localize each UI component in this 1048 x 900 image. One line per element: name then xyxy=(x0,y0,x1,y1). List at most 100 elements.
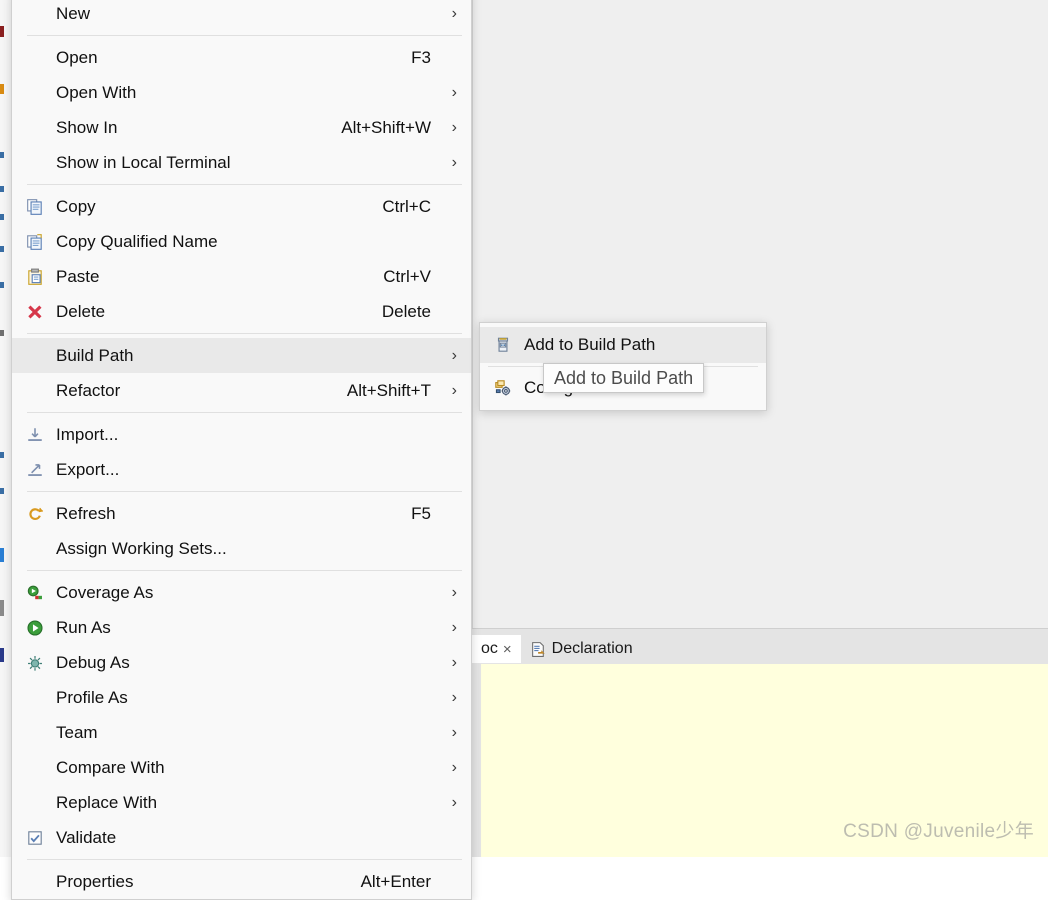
copy-qualified-name-icon xyxy=(21,232,49,252)
icon-placeholder xyxy=(21,688,49,708)
menu-item-properties[interactable]: Properties Alt+Enter › xyxy=(12,864,471,899)
coverage-icon xyxy=(21,583,49,603)
menu-item-import[interactable]: Import... › xyxy=(12,417,471,452)
icon-placeholder xyxy=(21,758,49,778)
menu-item-label: Open xyxy=(56,47,98,67)
close-icon[interactable]: × xyxy=(503,642,512,657)
menu-item-label: Validate xyxy=(56,827,117,847)
menu-item-debug-as[interactable]: Debug As › xyxy=(12,645,471,680)
arrow-placeholder: › xyxy=(441,461,457,479)
javadoc-content-panel: CSDN @Juvenile少年 xyxy=(481,663,1048,857)
menu-item-refactor[interactable]: Refactor Alt+Shift+T › xyxy=(12,373,471,408)
chevron-right-icon: › xyxy=(451,83,457,101)
menu-item-profile-as[interactable]: Profile As › xyxy=(12,680,471,715)
menu-item-label: Properties xyxy=(56,871,134,891)
menu-item-replace-with[interactable]: Replace With › xyxy=(12,785,471,820)
tree-node-fragment xyxy=(0,548,4,562)
menu-item-shortcut: Delete xyxy=(381,301,431,321)
menu-separator xyxy=(27,184,462,185)
icon-placeholder xyxy=(21,723,49,743)
context-menu[interactable]: New › Open F3 › Open With › Show In Alt+Shift+W ›… xyxy=(11,0,472,900)
menu-item-label: Coverage As xyxy=(56,582,154,602)
tab-declaration[interactable]: Declaration xyxy=(520,635,642,663)
configure-build-path-icon xyxy=(489,378,517,398)
export-icon xyxy=(21,460,49,480)
chevron-right-icon: › xyxy=(451,618,457,636)
tree-node-fragment xyxy=(0,26,4,37)
menu-item-label: Import... xyxy=(56,424,119,444)
menu-item-label: Debug As xyxy=(56,652,130,672)
chevron-right-icon: › xyxy=(451,758,457,776)
menu-item-label: Refresh xyxy=(56,503,116,523)
menu-separator xyxy=(27,491,462,492)
menu-separator xyxy=(27,859,462,860)
menu-item-open[interactable]: Open F3 › xyxy=(12,40,471,75)
declaration-icon xyxy=(530,641,547,658)
menu-item-label: Build Path xyxy=(56,345,134,365)
chevron-right-icon: › xyxy=(451,346,457,364)
menu-item-shortcut: Alt+Shift+W xyxy=(341,117,431,137)
menu-item-shortcut: F3 xyxy=(411,47,431,67)
menu-item-label: Copy xyxy=(56,196,96,216)
menu-item-validate[interactable]: Validate › xyxy=(12,820,471,855)
menu-item-build-path[interactable]: Build Path › xyxy=(12,338,471,373)
menu-item-paste[interactable]: Paste Ctrl+V › xyxy=(12,259,471,294)
menu-item-label: Run As xyxy=(56,617,111,637)
menu-item-label: Team xyxy=(56,722,98,742)
menu-separator xyxy=(27,412,462,413)
menu-item-label: Delete xyxy=(56,301,106,321)
icon-placeholder xyxy=(21,381,49,401)
arrow-placeholder: › xyxy=(441,49,457,67)
tree-node-fragment xyxy=(0,186,4,192)
menu-item-refresh[interactable]: Refresh F5 › xyxy=(12,496,471,531)
chevron-right-icon: › xyxy=(451,4,457,22)
icon-placeholder xyxy=(21,118,49,138)
menu-item-shortcut: Alt+Enter xyxy=(360,871,431,891)
submenu-item-label: Add to Build Path xyxy=(524,335,656,354)
menu-item-copy[interactable]: Copy Ctrl+C › xyxy=(12,189,471,224)
menu-item-show-in-local-terminal[interactable]: Show in Local Terminal › xyxy=(12,145,471,180)
chevron-right-icon: › xyxy=(451,688,457,706)
tree-node-fragment xyxy=(0,282,4,288)
tooltip: Add to Build Path xyxy=(543,363,705,393)
icon-placeholder xyxy=(21,872,49,892)
tree-node-fragment xyxy=(0,648,4,662)
chevron-right-icon: › xyxy=(451,653,457,671)
chevron-right-icon: › xyxy=(451,153,457,171)
arrow-placeholder: › xyxy=(441,873,457,891)
submenu-item-add-to-build-path[interactable]: Add to Build Path xyxy=(480,327,766,363)
menu-item-new[interactable]: New › xyxy=(12,0,471,31)
menu-item-label: Open With xyxy=(56,82,137,102)
menu-item-delete[interactable]: Delete Delete › xyxy=(12,294,471,329)
arrow-placeholder: › xyxy=(441,426,457,444)
menu-item-assign-working-sets[interactable]: Assign Working Sets... › xyxy=(12,531,471,566)
tab-javadoc-label: oc xyxy=(481,640,498,657)
import-icon xyxy=(21,425,49,445)
copy-icon xyxy=(21,197,49,217)
menu-item-compare-with[interactable]: Compare With › xyxy=(12,750,471,785)
menu-item-copy-qualified-name[interactable]: Copy Qualified Name › xyxy=(12,224,471,259)
menu-item-open-with[interactable]: Open With › xyxy=(12,75,471,110)
menu-item-shortcut: Ctrl+C xyxy=(382,196,431,216)
menu-separator xyxy=(27,35,462,36)
menu-item-label: New xyxy=(56,3,91,23)
tab-javadoc[interactable]: oc × xyxy=(472,635,521,663)
icon-placeholder xyxy=(21,4,49,24)
menu-item-export[interactable]: Export... › xyxy=(12,452,471,487)
menu-item-coverage-as[interactable]: Coverage As › xyxy=(12,575,471,610)
tree-node-fragment xyxy=(0,488,4,494)
menu-item-label: Paste xyxy=(56,266,100,286)
menu-item-shortcut: F5 xyxy=(411,503,431,523)
icon-placeholder xyxy=(21,83,49,103)
chevron-right-icon: › xyxy=(451,723,457,741)
menu-item-run-as[interactable]: Run As › xyxy=(12,610,471,645)
menu-item-shortcut: Ctrl+V xyxy=(383,266,431,286)
menu-item-label: Show In xyxy=(56,117,118,137)
menu-item-label: Compare With xyxy=(56,757,165,777)
menu-item-team[interactable]: Team › xyxy=(12,715,471,750)
menu-item-label: Show in Local Terminal xyxy=(56,152,231,172)
run-icon xyxy=(21,618,49,638)
chevron-right-icon: › xyxy=(451,118,457,136)
menu-item-show-in[interactable]: Show In Alt+Shift+W › xyxy=(12,110,471,145)
refresh-icon xyxy=(21,504,49,524)
